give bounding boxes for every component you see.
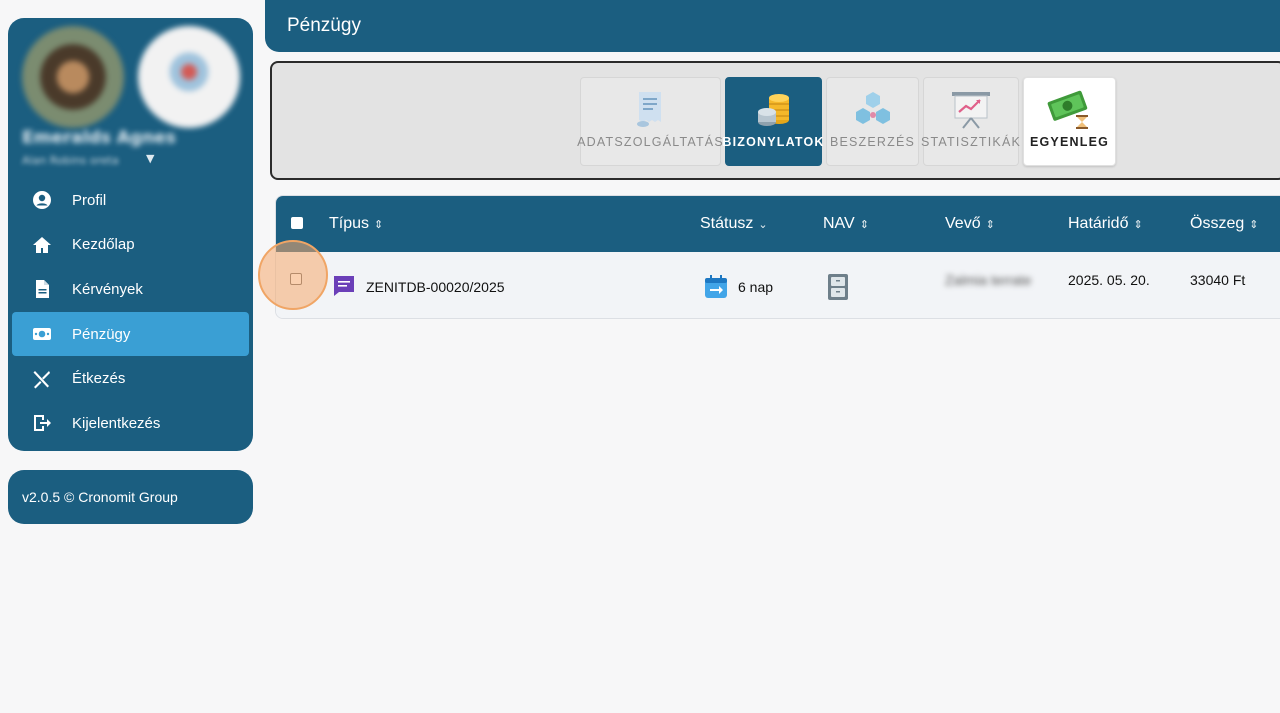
sidebar: Emeralds Agnes Alan Robins oreta ▼ Profi…	[8, 18, 253, 451]
coins-icon	[753, 86, 795, 132]
table-row[interactable]: ZENITDB-00020/2025 6 nap Zalmia terrate …	[276, 252, 1280, 318]
sidebar-item-etkezes[interactable]: Étkezés	[12, 356, 249, 401]
cash-hourglass-icon	[1046, 86, 1094, 132]
version-info: v2.0.5 © Cronomit Group	[8, 470, 253, 524]
column-header-osszeg[interactable]: Összeg ⇕	[1190, 196, 1258, 252]
tab-label: BIZONYLATOK	[722, 135, 825, 149]
message-icon[interactable]	[332, 274, 356, 301]
sort-icon: ⇕	[859, 218, 869, 231]
sidebar-item-label: Pénzügy	[72, 325, 131, 343]
column-label: Státusz	[700, 215, 754, 232]
amount-value: 33040 Ft	[1190, 272, 1246, 288]
user-avatar[interactable]	[22, 26, 124, 128]
organization-logo	[138, 26, 240, 128]
status-text: 6 nap	[738, 279, 774, 295]
column-header-hatarido[interactable]: Határidő ⇕	[1068, 196, 1143, 252]
column-header-nav[interactable]: NAV ⇕	[823, 196, 869, 252]
tab-adatszolgaltatas[interactable]: ADATSZOLGÁLTATÁS	[577, 77, 724, 166]
sidebar-item-kijelentkezes[interactable]: Kijelentkezés	[12, 401, 249, 446]
sidebar-item-label: Profil	[72, 191, 107, 209]
tab-label: ADATSZOLGÁLTATÁS	[577, 135, 724, 149]
user-name: Emeralds Agnes	[22, 128, 176, 148]
deadline-date: 2025. 05. 20.	[1068, 272, 1150, 288]
column-label: Vevő	[945, 215, 981, 232]
presentation-chart-icon	[949, 86, 993, 132]
column-header-statusz[interactable]: Státusz ⌄	[700, 196, 768, 252]
column-header-vevo[interactable]: Vevő ⇕	[945, 196, 995, 252]
finance-toolbar: ADATSZOLGÁLTATÁS BIZONYLATOK BESZERZÉS S…	[270, 61, 1280, 180]
user-subtitle: Alan Robins oreta	[22, 154, 119, 167]
filing-cabinet-icon[interactable]	[827, 273, 849, 304]
tab-beszerzes[interactable]: BESZERZÉS	[826, 77, 919, 166]
cubes-icon	[852, 86, 894, 132]
page-title: Pénzügy	[265, 0, 1280, 52]
sort-desc-icon: ⌄	[758, 218, 768, 231]
sort-icon: ⇕	[374, 218, 384, 231]
sidebar-item-label: Kijelentkezés	[72, 414, 161, 432]
user-circle-icon	[12, 190, 72, 210]
avatar-row	[8, 18, 253, 138]
tab-statisztikak[interactable]: STATISZTIKÁK	[920, 77, 1022, 166]
column-label: Összeg	[1190, 215, 1245, 232]
tab-label: BESZERZÉS	[829, 135, 916, 149]
documents-table: Típus ⇕ Státusz ⌄ NAV ⇕ Vevő ⇕ Határidő ⇕ Öss…	[275, 195, 1280, 319]
buyer-name: Zalmia terrate	[945, 272, 1032, 288]
sort-icon: ⇕	[1133, 218, 1143, 231]
home-icon	[12, 235, 72, 255]
column-label: NAV	[823, 215, 855, 232]
tab-bizonylatok[interactable]: BIZONYLATOK	[722, 77, 825, 166]
sidebar-item-label: Kezdőlap	[72, 236, 135, 254]
sidebar-item-penzugy[interactable]: Pénzügy	[12, 311, 249, 357]
calendar-arrow-icon	[703, 274, 729, 303]
sidebar-item-profil[interactable]: Profil	[12, 178, 249, 223]
tab-label: STATISZTIKÁK	[920, 135, 1022, 149]
select-all-checkbox[interactable]	[291, 217, 303, 229]
receipt-icon	[630, 86, 672, 132]
tab-egyenleg[interactable]: EGYENLEG	[1023, 77, 1116, 166]
column-label: Típus	[329, 215, 370, 232]
money-icon	[12, 324, 72, 344]
sidebar-item-kezdolap[interactable]: Kezdőlap	[12, 223, 249, 268]
tab-label: EGYENLEG	[1029, 135, 1110, 149]
document-icon	[12, 279, 72, 299]
utensils-icon	[12, 369, 72, 389]
sort-icon: ⇕	[985, 218, 995, 231]
sidebar-nav: Profil Kezdőlap Kérvények Pénzügy Étkezé…	[12, 178, 249, 446]
sidebar-item-label: Étkezés	[72, 370, 126, 388]
sidebar-item-kervenyek[interactable]: Kérvények	[12, 267, 249, 312]
column-header-tipus[interactable]: Típus ⇕	[329, 196, 383, 252]
user-menu-chevron-icon[interactable]: ▼	[146, 152, 154, 165]
sort-icon: ⇕	[1249, 218, 1259, 231]
logout-icon	[12, 413, 72, 433]
column-label: Határidő	[1068, 215, 1129, 232]
document-type[interactable]: ZENITDB-00020/2025	[366, 279, 505, 295]
sidebar-item-label: Kérvények	[72, 280, 143, 298]
click-highlight-indicator	[258, 240, 328, 310]
table-header: Típus ⇕ Státusz ⌄ NAV ⇕ Vevő ⇕ Határidő ⇕ Öss…	[276, 196, 1280, 252]
